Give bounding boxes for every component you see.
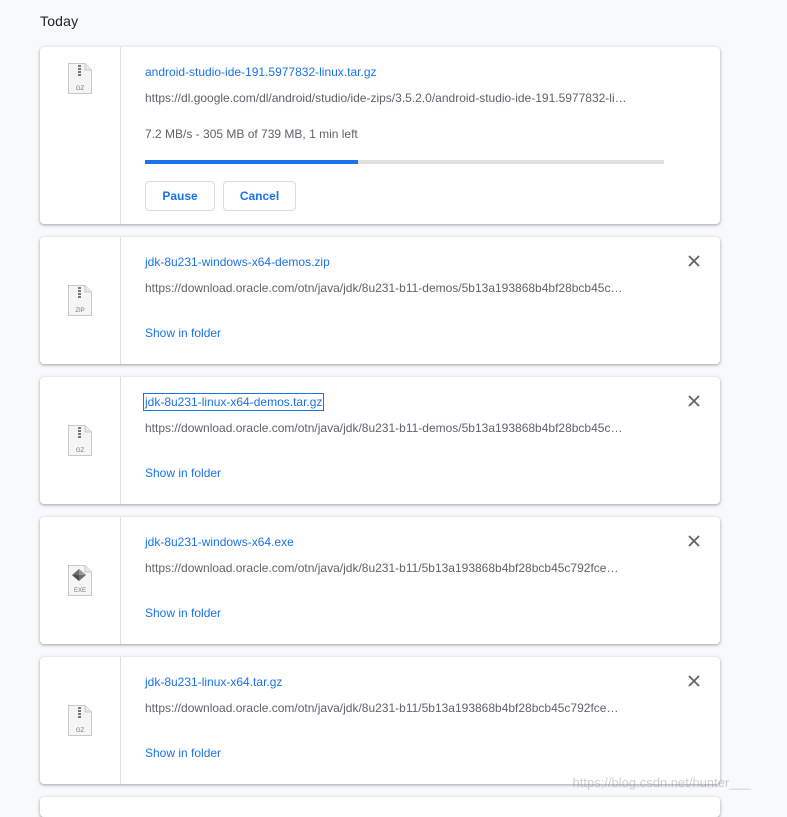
download-item: ZIP jdk-8u231-windows-x64-demos.zip http… [40, 237, 720, 364]
file-url: https://download.oracle.com/otn/java/jdk… [145, 421, 623, 435]
remove-close-icon[interactable] [686, 673, 702, 689]
download-status: 7.2 MB/s - 305 MB of 739 MB, 1 min left [145, 127, 358, 141]
file-icon-column: EXE [40, 517, 121, 644]
file-url: https://download.oracle.com/otn/java/jdk… [145, 561, 619, 575]
file-name-link[interactable]: jdk-8u231-linux-x64.tar.gz [145, 675, 282, 689]
show-in-folder-link[interactable]: Show in folder [145, 606, 221, 620]
remove-close-icon[interactable] [686, 253, 702, 269]
file-name-link[interactable]: jdk-8u231-windows-x64-demos.zip [145, 255, 330, 269]
section-title: Today [40, 13, 79, 29]
cancel-button[interactable]: Cancel [223, 181, 296, 211]
archive-file-icon: GZ [68, 705, 92, 736]
file-icon-column: GZ [40, 47, 121, 224]
file-url: https://download.oracle.com/otn/java/jdk… [145, 701, 619, 715]
progress-bar-fill [145, 160, 358, 164]
file-name-link[interactable]: jdk-8u231-windows-x64.exe [145, 535, 294, 549]
file-name-link[interactable]: jdk-8u231-linux-x64-demos.tar.gz [142, 393, 325, 411]
file-icon-column: GZ [40, 657, 121, 784]
archive-file-icon: ZIP [68, 285, 92, 316]
file-type-label: GZ [76, 86, 85, 92]
show-in-folder-link[interactable]: Show in folder [145, 746, 221, 760]
show-in-folder-link[interactable]: Show in folder [145, 326, 221, 340]
file-url: https://dl.google.com/dl/android/studio/… [145, 91, 627, 105]
download-item-in-progress: GZ android-studio-ide-191.5977832-linux.… [40, 47, 720, 224]
download-item: EXE jdk-8u231-windows-x64.exe https://do… [40, 517, 720, 644]
progress-bar [145, 160, 664, 164]
file-url: https://download.oracle.com/otn/java/jdk… [145, 281, 623, 295]
file-icon-column: ZIP [40, 237, 121, 364]
watermark: https://blog.csdn.net/hunter___ [572, 775, 751, 790]
download-item: GZ jdk-8u231-linux-x64-demos.tar.gz http… [40, 377, 720, 504]
file-type-label: GZ [76, 728, 85, 734]
show-in-folder-link[interactable]: Show in folder [145, 466, 221, 480]
archive-file-icon: GZ [68, 425, 92, 456]
executable-file-icon: EXE [68, 565, 92, 596]
file-type-label: ZIP [75, 308, 84, 314]
download-item: GZ jdk-8u231-linux-x64.tar.gz https://do… [40, 657, 720, 784]
remove-close-icon[interactable] [686, 533, 702, 549]
file-type-label: GZ [76, 448, 85, 454]
remove-close-icon[interactable] [686, 393, 702, 409]
file-name-link[interactable]: android-studio-ide-191.5977832-linux.tar… [145, 65, 377, 79]
download-item-partial [40, 797, 720, 817]
file-icon-column: GZ [40, 377, 121, 504]
archive-file-icon: GZ [68, 63, 92, 94]
pause-button[interactable]: Pause [145, 181, 215, 211]
file-type-label: EXE [74, 588, 86, 594]
